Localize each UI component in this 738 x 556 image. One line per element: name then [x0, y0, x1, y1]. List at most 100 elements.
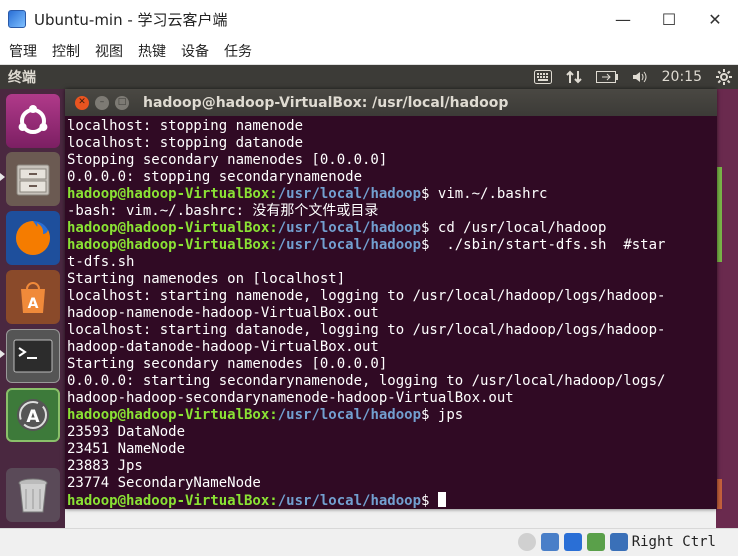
terminal-output-line: 23774 SecondaryNameNode — [67, 475, 715, 492]
output-text: t-dfs.sh — [67, 254, 135, 270]
minimize-icon[interactable]: — — [600, 0, 646, 38]
software-updater-icon[interactable]: A — [6, 388, 60, 442]
keyboard-icon[interactable] — [533, 70, 552, 84]
terminal-output-line: 0.0.0.0: stopping secondarynamenode — [67, 169, 715, 186]
desktop-background — [716, 89, 738, 528]
output-text: hadoop-hadoop-secondarynamenode-hadoop-V… — [67, 390, 514, 406]
host-window-titlebar: Ubuntu-min - 学习云客户端 — ☐ ✕ — [0, 0, 738, 38]
terminal-output-line: hadoop-namenode-hadoop-VirtualBox.out — [67, 305, 715, 322]
menu-devices[interactable]: 设备 — [181, 41, 209, 61]
output-text: localhost: starting namenode, logging to… — [67, 288, 666, 304]
menu-hotkeys[interactable]: 热键 — [138, 41, 166, 61]
prompt-path: /usr/local/hadoop — [277, 407, 422, 423]
ubuntu-dash-icon[interactable] — [6, 94, 60, 148]
output-text: -bash: vim.~/.bashrc: 没有那个文件或目录 — [67, 203, 379, 219]
files-icon[interactable] — [6, 152, 60, 206]
output-text: 23883 Jps — [67, 458, 143, 474]
prompt-user-host: hadoop@hadoop-VirtualBox — [67, 220, 270, 236]
prompt-user-host: hadoop@hadoop-VirtualBox — [67, 407, 270, 423]
menu-manage[interactable]: 管理 — [9, 41, 37, 61]
command-text — [429, 493, 437, 509]
terminal-output-line: t-dfs.sh — [67, 254, 715, 271]
host-menubar: 管理 控制 视图 热键 设备 任务 — [0, 38, 738, 65]
host-window-title: Ubuntu-min - 学习云客户端 — [34, 10, 228, 29]
menu-tasks[interactable]: 任务 — [224, 41, 252, 61]
output-text: 23451 NameNode — [67, 441, 186, 457]
prompt-user-host: hadoop@hadoop-VirtualBox — [67, 237, 270, 253]
mouse-integration-icon[interactable] — [610, 533, 628, 551]
maximize-icon[interactable]: □ — [115, 95, 129, 110]
menu-view[interactable]: 视图 — [95, 41, 123, 61]
terminal-title: hadoop@hadoop-VirtualBox: /usr/local/had… — [143, 94, 509, 111]
battery-icon[interactable] — [595, 71, 618, 83]
volume-icon[interactable] — [632, 70, 648, 84]
command-text: jps — [429, 407, 464, 423]
terminal-prompt-line: hadoop@hadoop-VirtualBox:/usr/local/hado… — [67, 407, 464, 423]
shared-folders-icon[interactable] — [587, 533, 605, 551]
output-text: 23593 DataNode — [67, 424, 186, 440]
terminal-output-line: Starting namenodes on [localhost] — [67, 271, 715, 288]
app-logo-icon — [8, 10, 26, 28]
close-icon[interactable]: ✕ — [692, 0, 738, 38]
svg-text:A: A — [26, 407, 40, 427]
firefox-icon[interactable] — [6, 211, 60, 265]
gear-icon[interactable] — [716, 69, 732, 85]
active-app-title: 终端 — [8, 70, 36, 86]
menu-control[interactable]: 控制 — [52, 41, 80, 61]
terminal-prompt-line: hadoop@hadoop-VirtualBox:/usr/local/hado… — [67, 220, 607, 236]
output-text: localhost: stopping namenode — [67, 118, 304, 134]
close-icon[interactable]: ✕ — [75, 95, 89, 110]
prompt-user-host: hadoop@hadoop-VirtualBox — [67, 493, 270, 509]
terminal-icon[interactable] — [6, 329, 60, 383]
host-statusbar: Right Ctrl — [0, 528, 738, 556]
minimize-icon[interactable]: – — [95, 95, 109, 110]
output-text: localhost: stopping datanode — [67, 135, 304, 151]
terminal-output-line: localhost: starting namenode, logging to… — [67, 288, 715, 305]
prompt-path: /usr/local/hadoop — [277, 220, 422, 236]
network-icon[interactable] — [541, 533, 559, 551]
command-text: ./sbin/start-dfs.sh #star — [429, 237, 666, 253]
command-text: cd /usr/local/hadoop — [429, 220, 607, 236]
prompt-path: /usr/local/hadoop — [277, 237, 422, 253]
terminal-output-line: 23883 Jps — [67, 458, 715, 475]
display-icon[interactable] — [564, 533, 582, 551]
terminal-output-line: Starting secondary namenodes [0.0.0.0] — [67, 356, 715, 373]
output-text: 23774 SecondaryNameNode — [67, 475, 261, 491]
terminal-output-line: 23451 NameNode — [67, 441, 715, 458]
network-arrows-icon[interactable] — [565, 69, 582, 85]
terminal-titlebar[interactable]: ✕ – □ hadoop@hadoop-VirtualBox: /usr/loc… — [65, 89, 717, 116]
trash-icon[interactable] — [6, 468, 60, 522]
software-center-icon[interactable]: A — [6, 270, 60, 324]
host-key-label: Right Ctrl — [631, 534, 716, 550]
terminal-output[interactable]: localhost: stopping namenode localhost: s… — [67, 118, 715, 509]
output-text: Starting secondary namenodes [0.0.0.0] — [67, 356, 388, 372]
panel-clock[interactable]: 20:15 — [662, 69, 702, 85]
maximize-icon[interactable]: ☐ — [646, 0, 692, 38]
terminal-output-line: -bash: vim.~/.bashrc: 没有那个文件或目录 — [67, 203, 715, 220]
output-text: hadoop-datanode-hadoop-VirtualBox.out — [67, 339, 379, 355]
terminal-output-line: localhost: starting datanode, logging to… — [67, 322, 715, 339]
optical-drive-icon[interactable] — [518, 533, 536, 551]
output-text: localhost: starting datanode, logging to… — [67, 322, 666, 338]
output-text: 0.0.0.0: starting secondarynamenode, log… — [67, 373, 666, 389]
terminal-window[interactable]: ✕ – □ hadoop@hadoop-VirtualBox: /usr/loc… — [65, 89, 717, 509]
unity-launcher: A A — [0, 89, 65, 528]
output-text: Starting namenodes on [localhost] — [67, 271, 346, 287]
terminal-output-line: 0.0.0.0: starting secondarynamenode, log… — [67, 373, 715, 390]
prompt-path: /usr/local/hadoop — [277, 493, 422, 509]
output-text: Stopping secondary namenodes [0.0.0.0] — [67, 152, 388, 168]
command-text: vim.~/.bashrc — [429, 186, 548, 202]
terminal-output-line: hadoop-hadoop-secondarynamenode-hadoop-V… — [67, 390, 715, 407]
terminal-output-line: localhost: stopping namenode — [67, 118, 715, 135]
running-indicator — [0, 350, 5, 358]
ubuntu-top-panel: 终端 20:15 — [0, 65, 738, 89]
output-text: hadoop-namenode-hadoop-VirtualBox.out — [67, 305, 379, 321]
terminal-output-line: hadoop-datanode-hadoop-VirtualBox.out — [67, 339, 715, 356]
svg-text:A: A — [28, 296, 39, 312]
prompt-user-host: hadoop@hadoop-VirtualBox — [67, 186, 270, 202]
prompt-path: /usr/local/hadoop — [277, 186, 422, 202]
terminal-prompt-line: hadoop@hadoop-VirtualBox:/usr/local/hado… — [67, 237, 666, 253]
terminal-prompt-line: hadoop@hadoop-VirtualBox:/usr/local/hado… — [67, 492, 715, 509]
running-indicator — [0, 173, 5, 181]
terminal-output-line: localhost: stopping datanode — [67, 135, 715, 152]
